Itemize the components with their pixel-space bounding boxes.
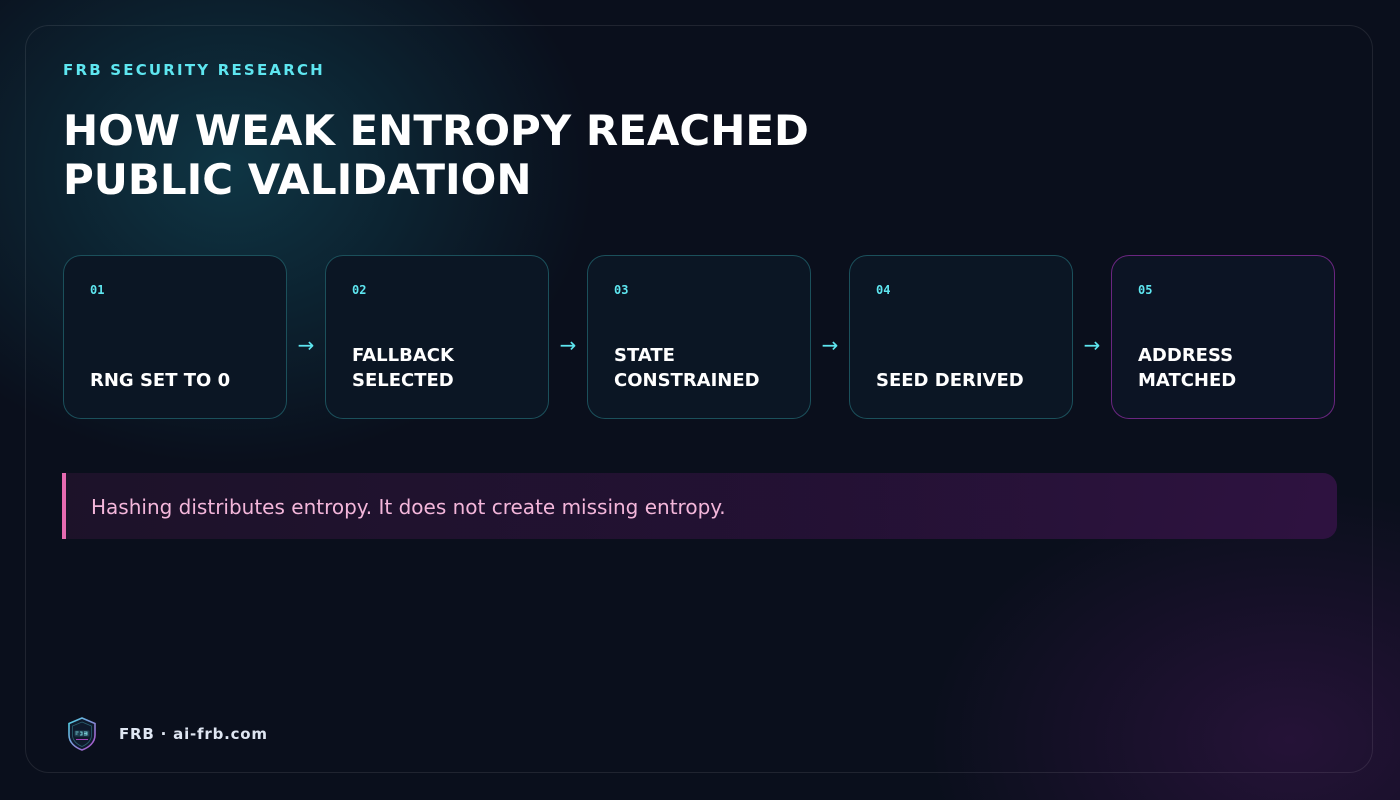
- process-flow: 01 RNG SET TO 0 → 02 FALLBACK SELECTED →…: [63, 255, 1336, 419]
- page-title: HOW WEAK ENTROPY REACHED PUBLIC VALIDATI…: [63, 106, 809, 204]
- key-insight-callout: Hashing distributes entropy. It does not…: [62, 473, 1337, 539]
- step-label: RNG SET TO 0: [90, 370, 231, 391]
- arrow-right-icon: →: [821, 333, 839, 357]
- step-number: 04: [876, 283, 891, 297]
- step-card-4: 04 SEED DERIVED: [849, 255, 1073, 419]
- footer-brand-text: FRB · ai-frb.com: [119, 725, 268, 743]
- footer: FRB · ai-frb.com: [66, 716, 268, 752]
- arrow-right-icon: →: [559, 333, 577, 357]
- frb-shield-logo-icon: [68, 717, 96, 751]
- step-label: FALLBACK SELECTED: [352, 345, 454, 391]
- step-card-3: 03 STATE CONSTRAINED: [587, 255, 811, 419]
- step-number: 03: [614, 283, 629, 297]
- slide: FRB SECURITY RESEARCH HOW WEAK ENTROPY R…: [0, 0, 1400, 800]
- step-number: 05: [1138, 283, 1153, 297]
- arrow-right-icon: →: [1083, 333, 1101, 357]
- step-label: STATE CONSTRAINED: [614, 345, 760, 391]
- step-card-1: 01 RNG SET TO 0: [63, 255, 287, 419]
- step-number: 01: [90, 283, 105, 297]
- callout-text: Hashing distributes entropy. It does not…: [91, 495, 726, 519]
- step-card-5: 05 ADDRESS MATCHED: [1111, 255, 1335, 419]
- step-label: SEED DERIVED: [876, 370, 1024, 391]
- kicker-label: FRB SECURITY RESEARCH: [63, 61, 325, 79]
- step-label: ADDRESS MATCHED: [1138, 345, 1237, 391]
- step-number: 02: [352, 283, 367, 297]
- arrow-right-icon: →: [297, 333, 315, 357]
- step-card-2: 02 FALLBACK SELECTED: [325, 255, 549, 419]
